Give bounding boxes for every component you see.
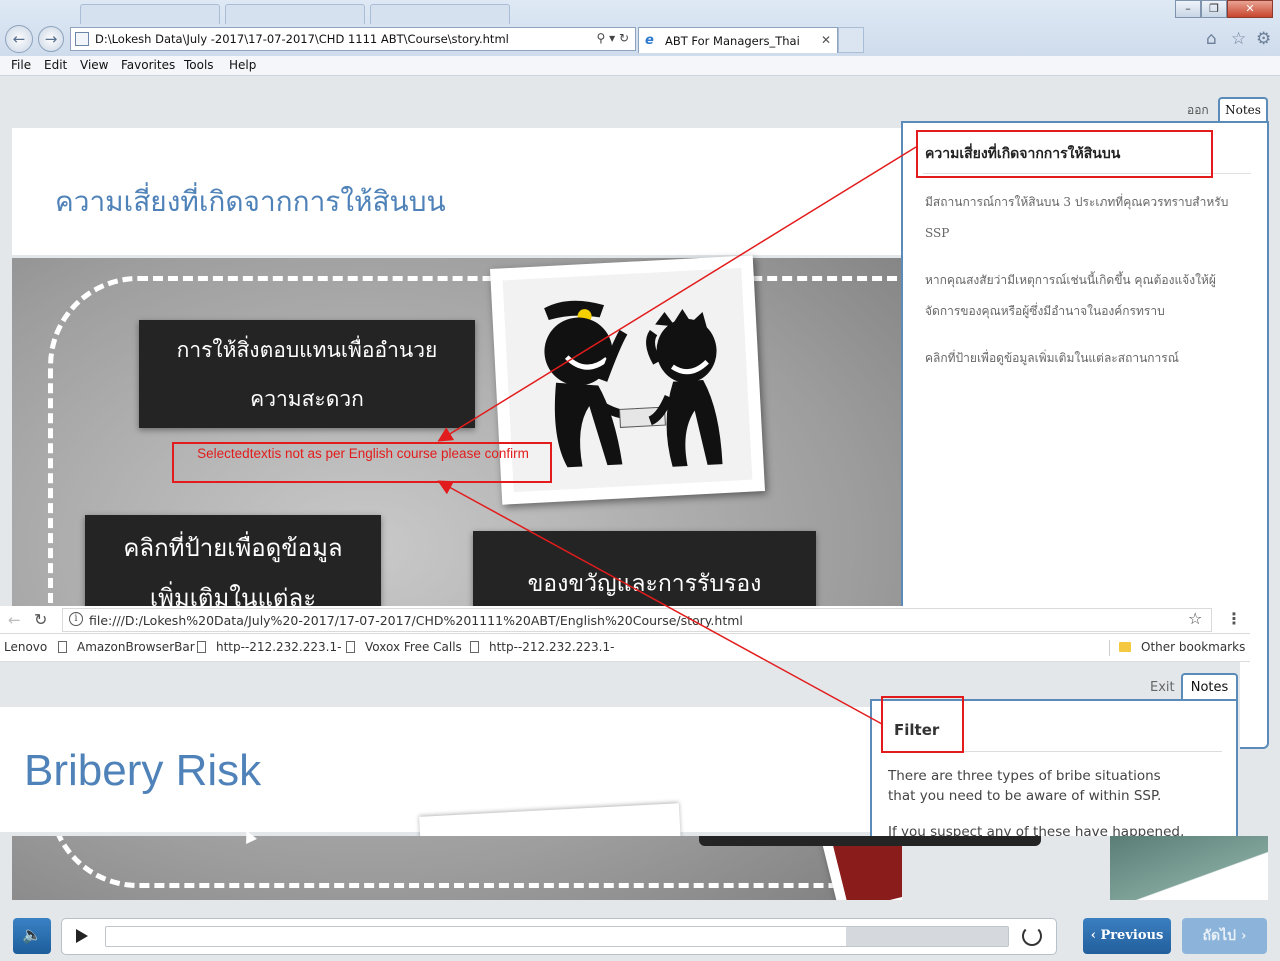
page-icon bbox=[470, 641, 479, 653]
close-window-button[interactable]: ✕ bbox=[1227, 0, 1273, 18]
player-bar: 🔈 ‹ Previous ถัดไป › bbox=[0, 910, 1280, 961]
sign-line: ความสะดวก bbox=[250, 387, 364, 411]
chevron-left-icon: ‹ bbox=[1090, 928, 1101, 943]
notes-paragraph: หากคุณสงสัยว่ามีเหตุการณ์เช่นนี้เกิดขึ้น… bbox=[925, 273, 1216, 318]
favorites-star-icon[interactable]: ☆ bbox=[1231, 29, 1246, 49]
arrow-left-icon: ← bbox=[12, 30, 26, 48]
chevron-right-icon: › bbox=[1236, 928, 1247, 944]
new-tab-button[interactable] bbox=[838, 27, 864, 53]
seekbar-container bbox=[61, 918, 1057, 955]
notes-paragraph: There are three types of bribe situation… bbox=[888, 768, 1162, 804]
back-button[interactable]: ← bbox=[5, 25, 33, 53]
exit-link[interactable]: ออก bbox=[1187, 101, 1209, 120]
notes-paragraph: มีสถานการณ์การให้สินบน 3 ประเภทที่คุณควร… bbox=[925, 195, 1229, 240]
reload-icon[interactable]: ↻ bbox=[34, 610, 47, 629]
next-button[interactable]: ถัดไป › bbox=[1182, 918, 1267, 954]
ie-titlebar: – ❐ ✕ ← → D:\Lokesh Data\July -2017\17-0… bbox=[0, 0, 1280, 56]
seekbar[interactable] bbox=[105, 926, 1009, 947]
replay-icon[interactable] bbox=[1022, 926, 1042, 946]
sign-bottom-edge bbox=[699, 836, 1041, 846]
previous-button[interactable]: ‹ Previous bbox=[1083, 918, 1171, 954]
bookmark-item[interactable]: http--212.232.223.1- bbox=[197, 640, 341, 654]
menu-file[interactable]: File bbox=[11, 58, 31, 72]
sign-gifts-hospitality[interactable]: ของขวัญและการรับรอง bbox=[473, 531, 816, 611]
other-bookmarks[interactable]: Other bookmarks bbox=[1119, 640, 1245, 654]
search-refresh-icons[interactable]: ⚲ ▾ ↻ bbox=[597, 31, 630, 45]
menu-view[interactable]: View bbox=[80, 58, 108, 72]
slide-title: Bribery Risk bbox=[24, 746, 262, 795]
page-icon bbox=[75, 32, 89, 46]
url-text[interactable]: file:///D:/Lokesh%20Data/July%20-2017/17… bbox=[89, 613, 743, 628]
menu-tools[interactable]: Tools bbox=[184, 58, 214, 72]
previous-label: Previous bbox=[1100, 928, 1164, 943]
tab-title: ABT For Managers_Thai bbox=[665, 34, 800, 48]
sign-line: การให้สิ่งตอบแทนเพื่ออำนวย bbox=[176, 338, 438, 362]
bookmark-star-icon[interactable]: ☆ bbox=[1188, 609, 1202, 628]
sign-line: คลิกที่ป้ายเพื่อดูข้อมูล bbox=[123, 534, 343, 562]
slide-title: ความเสี่ยงที่เกิดจากการให้สินบน bbox=[55, 185, 446, 218]
menu-dots-icon[interactable]: ⋮ bbox=[1226, 609, 1242, 628]
info-icon[interactable]: i bbox=[69, 612, 83, 626]
menu-bar: File Edit View Favorites Tools Help bbox=[0, 56, 1280, 76]
tab-notes[interactable]: Notes bbox=[1181, 673, 1238, 701]
sign-facilitation-payments[interactable]: การให้สิ่งตอบแทนเพื่ออำนวย ความสะดวก bbox=[139, 320, 475, 428]
background-tab[interactable] bbox=[370, 4, 510, 24]
forward-button[interactable]: → bbox=[38, 26, 64, 52]
volume-button[interactable]: 🔈 bbox=[13, 918, 51, 954]
bookmarks-bar: Lenovo AmazonBrowserBar http--212.232.22… bbox=[0, 634, 1250, 662]
background-tab[interactable] bbox=[80, 4, 220, 24]
play-icon[interactable] bbox=[76, 929, 88, 943]
highlight-box bbox=[881, 696, 964, 753]
menu-favorites[interactable]: Favorites bbox=[121, 58, 175, 72]
ie-logo-icon: e bbox=[645, 33, 654, 48]
arrow-right-icon: → bbox=[44, 30, 58, 48]
bookmark-item[interactable]: AmazonBrowserBar bbox=[58, 640, 195, 654]
bookmark-item[interactable]: Voxox Free Calls bbox=[346, 640, 462, 654]
notes-paragraph: คลิกที่ป้ายเพื่อดูข้อมูลเพิ่มเติมในแต่ละ… bbox=[925, 351, 1179, 365]
exit-link[interactable]: Exit bbox=[1150, 680, 1175, 695]
review-comment: Selectedtextis not as per English course… bbox=[197, 446, 529, 461]
bookmark-item[interactable]: http--212.232.223.1- bbox=[470, 640, 614, 654]
page-icon bbox=[197, 641, 206, 653]
divider bbox=[1109, 640, 1110, 656]
home-icon[interactable]: ⌂ bbox=[1206, 29, 1217, 49]
highlight-box bbox=[916, 130, 1213, 178]
arrow-left-icon[interactable]: ← bbox=[8, 611, 21, 629]
folder-icon bbox=[1119, 642, 1131, 652]
background-tab[interactable] bbox=[225, 4, 365, 24]
maximize-button[interactable]: ❐ bbox=[1201, 0, 1227, 18]
address-text[interactable]: D:\Lokesh Data\July -2017\17-07-2017\CHD… bbox=[95, 32, 509, 46]
tab-notes[interactable]: Notes bbox=[1218, 97, 1268, 123]
notes-paragraph: If you suspect any of these have happene… bbox=[888, 824, 1185, 836]
seekbar-progress bbox=[106, 927, 846, 946]
english-course-view: Exit Notes Bribery Risk Filter There are… bbox=[0, 662, 1240, 836]
minimize-button[interactable]: – bbox=[1175, 0, 1201, 18]
page-icon bbox=[58, 641, 67, 653]
omnibox[interactable]: i file:///D:/Lokesh%20Data/July%20-2017/… bbox=[62, 608, 1212, 632]
bookmark-item[interactable]: Lenovo bbox=[4, 640, 47, 654]
next-label: ถัดไป bbox=[1202, 928, 1237, 944]
address-bar[interactable]: D:\Lokesh Data\July -2017\17-07-2017\CHD… bbox=[70, 27, 636, 51]
speaker-icon: 🔈 bbox=[22, 925, 42, 944]
chrome-toolbar: ← ↻ i file:///D:/Lokesh%20Data/July%20-2… bbox=[0, 606, 1250, 634]
page-icon bbox=[346, 641, 355, 653]
photo-card bbox=[1110, 836, 1268, 900]
menu-help[interactable]: Help bbox=[229, 58, 256, 72]
menu-edit[interactable]: Edit bbox=[44, 58, 67, 72]
sign-click-for-more[interactable]: คลิกที่ป้ายเพื่อดูข้อมูล เพิ่มเติมในแต่ล… bbox=[85, 515, 381, 615]
gear-icon[interactable]: ⚙ bbox=[1256, 29, 1271, 49]
close-tab-icon[interactable]: ✕ bbox=[821, 33, 831, 47]
active-tab[interactable]: e ABT For Managers_Thai ✕ bbox=[638, 27, 838, 53]
